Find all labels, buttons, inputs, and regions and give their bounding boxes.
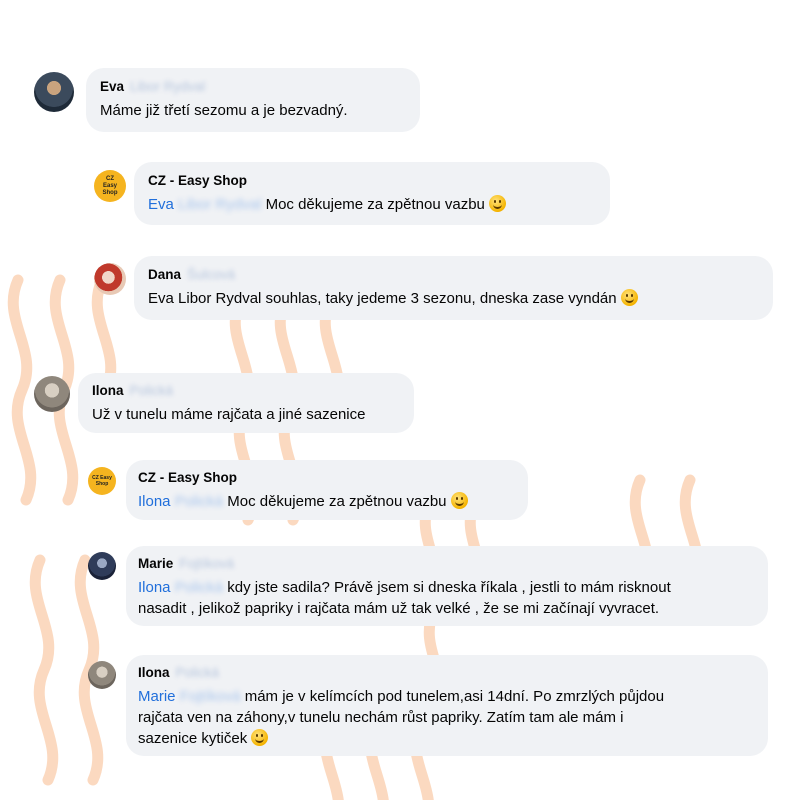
comment-text-line3: sazenice kytiček [138,730,248,747]
shop-logo-avatar[interactable]: CZ Easy Shop [88,467,116,495]
comment-text: Moc děkujeme za zpětnou vazbu [227,493,447,510]
author-surname-blurred[interactable]: Šulcová [187,266,235,284]
author-name[interactable]: CZ - Easy Shop [148,172,596,190]
comment-text: Máme již třetí sezomu a je bezvadný. [100,102,348,119]
author-name[interactable]: Eva [100,79,124,94]
shop-logo-avatar[interactable]: CZ Easy Shop [94,170,126,202]
author-name[interactable]: Ilona [92,383,124,398]
mention-link[interactable]: Ilona Polická [138,493,223,510]
avatar[interactable] [94,263,126,295]
comment-text-line2: nasadit , jelikož papriky i rajčata mám … [138,600,660,617]
comment-bubble: Ilona Polická Už v tunelu máme rajčata a … [78,373,414,433]
shop-logo-text: CZ Easy Shop [92,475,112,487]
author-surname-blurred[interactable]: Polická [176,664,220,682]
smile-emoji-icon [620,289,638,306]
comment-text-line2: rajčata ven na záhony,v tunelu nechám rů… [138,709,624,726]
author-name[interactable]: Marie [138,556,173,571]
comment-text: mám je v kelímcích pod tunelem,asi 14dní… [244,688,665,705]
mention-link[interactable]: Marie Fojtíková [138,688,241,705]
mention-link[interactable]: Eva Libor Rydval [148,196,261,213]
author-name[interactable]: Ilona [138,665,170,680]
comment-bubble: Marie Fojtíková Ilona Polická kdy jste sa… [126,546,768,626]
comment-bubble: Dana Šulcová Eva Libor Rydval souhlas, ta… [134,256,773,320]
author-surname-blurred[interactable]: Fojtíková [179,555,234,573]
shop-logo-text: CZ Easy Shop [102,175,118,196]
comment-bubble: Eva Libor Rydval Máme již třetí sezomu a … [86,68,420,132]
avatar[interactable] [88,661,116,689]
author-surname-blurred[interactable]: Polická [130,382,174,400]
author-surname-blurred[interactable]: Libor Rydval [130,78,205,96]
comment-text: Eva Libor Rydval souhlas, taky jedeme 3 … [148,290,617,307]
comment-bubble: CZ - Easy Shop Ilona Polická Moc děkujem… [126,460,528,520]
comment-text: Moc děkujeme za zpětnou vazbu [265,196,485,213]
hugging-emoji-icon [251,729,269,746]
avatar[interactable] [88,552,116,580]
avatar[interactable] [34,376,70,412]
comment-bubble: CZ - Easy Shop Eva Libor Rydval Moc děku… [134,162,610,225]
smile-emoji-icon [488,195,506,212]
comment-text: Už v tunelu máme rajčata a jiné sazenice [92,406,366,423]
comment-text: kdy jste sadila? Právě jsem si dneska ří… [227,579,671,596]
author-name[interactable]: CZ - Easy Shop [138,469,516,487]
author-name[interactable]: Dana [148,267,181,282]
mention-link[interactable]: Ilona Polická [138,579,223,596]
smile-emoji-icon [450,492,468,509]
avatar[interactable] [34,72,74,112]
comment-bubble: Ilona Polická Marie Fojtíková mám je v ke… [126,655,768,756]
